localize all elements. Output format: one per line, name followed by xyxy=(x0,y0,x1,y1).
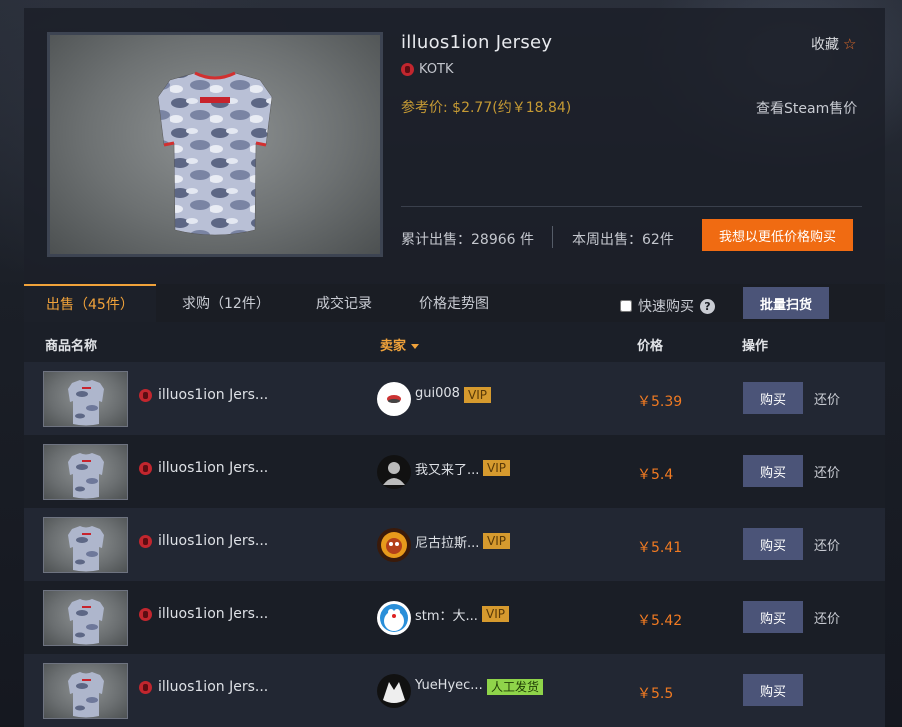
item-thumbnail[interactable] xyxy=(43,663,128,719)
steam-price-link[interactable]: 查看Steam售价 xyxy=(756,98,857,118)
counter-offer-link[interactable]: 还价 xyxy=(814,535,840,554)
seller-avatar[interactable] xyxy=(377,674,411,708)
item-title: illuos1ion Jersey xyxy=(401,32,553,53)
table-row: illuos1ion Jers... 我又来了... VIP ￥5.4 购买 还价 xyxy=(24,435,885,508)
favorite-button[interactable]: 收藏 ☆ xyxy=(811,34,856,54)
table-row: illuos1ion Jers... YueHyec... 人工发货 ￥5.5 购买 xyxy=(24,654,885,727)
buy-button[interactable]: 购买 xyxy=(743,528,803,560)
item-price: ￥5.39 xyxy=(637,394,683,410)
counter-offer-link[interactable]: 还价 xyxy=(814,608,840,627)
team-tag[interactable]: KOTK xyxy=(401,62,454,77)
counter-offer-link[interactable]: 还价 xyxy=(814,462,840,481)
team-logo-icon xyxy=(139,462,152,475)
bulk-buy-button[interactable]: 批量扫货 xyxy=(743,287,829,319)
item-thumbnail[interactable] xyxy=(43,517,128,573)
seller-avatar[interactable] xyxy=(377,528,411,562)
team-logo-icon xyxy=(139,608,152,621)
header-action: 操作 xyxy=(742,339,769,354)
buy-button[interactable]: 购买 xyxy=(743,455,803,487)
reference-price: 参考价: $2.77(约￥18.84) xyxy=(401,100,572,116)
sort-down-icon xyxy=(411,344,420,349)
item-thumbnail[interactable] xyxy=(43,444,128,500)
item-price: ￥5.42 xyxy=(637,613,683,629)
team-logo-icon xyxy=(401,63,414,76)
seller-avatar[interactable] xyxy=(377,382,411,416)
seller-badge: VIP xyxy=(483,460,510,476)
buy-button[interactable]: 购买 xyxy=(743,382,803,414)
divider xyxy=(401,206,862,207)
item-image xyxy=(47,32,383,257)
seller-badge: VIP xyxy=(482,606,509,622)
seller-name[interactable]: 尼古拉斯... xyxy=(415,532,479,551)
tab-price-trend[interactable]: 价格走势图 xyxy=(419,284,489,322)
header-seller-sort[interactable]: 卖家 xyxy=(380,335,420,354)
table-row: illuos1ion Jers... gui008 VIP ￥5.39 购买 还价 xyxy=(24,362,885,435)
table-row: illuos1ion Jers... 尼古拉斯... VIP ￥5.41 购买 还价 xyxy=(24,508,885,581)
counter-offer-link[interactable]: 还价 xyxy=(814,389,840,408)
team-logo-icon xyxy=(139,681,152,694)
item-name-link[interactable]: illuos1ion Jers... xyxy=(158,606,268,622)
item-price: ￥5.5 xyxy=(637,686,674,702)
item-name-link[interactable]: illuos1ion Jers... xyxy=(158,533,268,549)
week-sold: 本周出售：62件 xyxy=(572,232,674,248)
seller-avatar[interactable] xyxy=(377,601,411,635)
stat-divider xyxy=(552,226,553,248)
quick-buy-toggle[interactable]: 快速购买 ? xyxy=(620,296,715,316)
table-row: illuos1ion Jers... stm：大... VIP ￥5.42 购买 还价 xyxy=(24,581,885,654)
item-price: ￥5.41 xyxy=(637,540,683,556)
star-icon: ☆ xyxy=(843,35,857,53)
quick-buy-label: 快速购买 xyxy=(638,299,694,315)
header-seller: 卖家 xyxy=(380,339,407,354)
item-name-link[interactable]: illuos1ion Jers... xyxy=(158,387,268,403)
seller-avatar[interactable] xyxy=(377,455,411,489)
header-item-name: 商品名称 xyxy=(45,339,98,354)
favorite-label: 收藏 xyxy=(811,37,839,53)
seller-name[interactable]: YueHyec... xyxy=(415,678,483,693)
jersey-icon xyxy=(157,71,273,236)
seller-name[interactable]: stm：大... xyxy=(415,605,478,624)
item-price: ￥5.4 xyxy=(637,467,674,483)
buy-button[interactable]: 购买 xyxy=(743,674,803,706)
buy-button[interactable]: 购买 xyxy=(743,601,803,633)
tab-sell[interactable]: 出售（45件） xyxy=(24,284,156,322)
total-sold: 累计出售：28966 件 xyxy=(401,232,534,248)
seller-badge: VIP xyxy=(464,387,491,403)
header-price: 价格 xyxy=(637,339,664,354)
item-thumbnail[interactable] xyxy=(43,590,128,646)
seller-badge: 人工发货 xyxy=(487,679,544,695)
item-thumbnail[interactable] xyxy=(43,371,128,427)
team-logo-icon xyxy=(139,535,152,548)
tab-transactions[interactable]: 成交记录 xyxy=(316,284,372,322)
seller-name[interactable]: 我又来了... xyxy=(415,459,479,478)
help-icon[interactable]: ? xyxy=(700,298,715,314)
seller-name[interactable]: gui008 xyxy=(415,386,460,401)
quick-buy-checkbox[interactable] xyxy=(620,300,632,312)
team-logo-icon xyxy=(139,389,152,402)
team-name: KOTK xyxy=(419,62,454,77)
tab-buy-orders[interactable]: 求购（12件） xyxy=(182,284,270,322)
item-name-link[interactable]: illuos1ion Jers... xyxy=(158,679,268,695)
buy-lower-price-button[interactable]: 我想以更低价格购买 xyxy=(702,219,853,251)
seller-badge: VIP xyxy=(483,533,510,549)
item-name-link[interactable]: illuos1ion Jers... xyxy=(158,460,268,476)
